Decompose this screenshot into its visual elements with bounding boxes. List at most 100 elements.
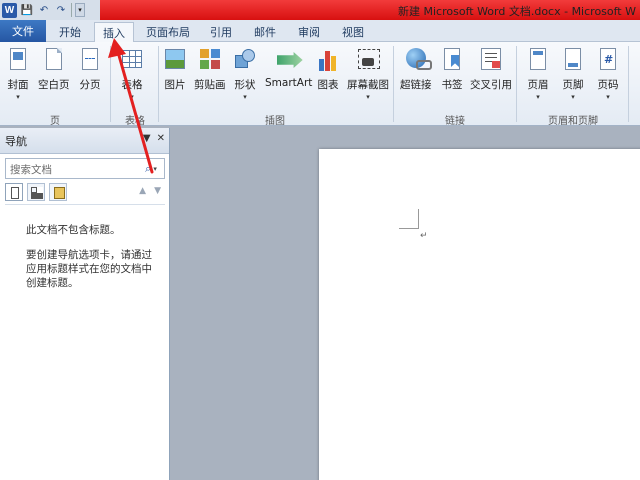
- undo-icon[interactable]: ↶: [37, 3, 51, 17]
- clipart-label: 剪贴画: [194, 79, 226, 91]
- smartart-label: SmartArt: [265, 77, 313, 89]
- cross-reference-icon: [481, 48, 501, 70]
- hyperlink-button[interactable]: 超链接: [400, 46, 432, 92]
- cover-button[interactable]: 封面 ▾: [6, 46, 30, 101]
- tab-file[interactable]: 文件: [0, 20, 46, 42]
- group-separator: [516, 46, 517, 122]
- window-title: 新建 Microsoft Word 文档.docx - Microsoft W: [398, 5, 636, 18]
- tab-home[interactable]: 开始: [50, 22, 90, 42]
- group-pages-label: 页: [50, 116, 60, 127]
- tab-pages[interactable]: [27, 183, 45, 201]
- group-illustrations-label: 插图: [265, 116, 285, 127]
- chart-icon: [318, 49, 338, 71]
- previous-arrow-icon[interactable]: ▲: [139, 186, 146, 196]
- chart-button[interactable]: 图表: [316, 46, 340, 92]
- tab-review[interactable]: 审阅: [290, 22, 328, 42]
- nav-pane-menu-icon[interactable]: ▼: [143, 133, 151, 144]
- paragraph-mark-icon: ↵: [420, 231, 428, 241]
- word-logo-icon[interactable]: W: [2, 2, 17, 18]
- page-number-icon: [600, 48, 616, 70]
- footer-label: 页脚: [562, 79, 584, 91]
- page-break-label: 分页: [79, 79, 101, 91]
- chevron-down-icon: ▾: [606, 93, 610, 101]
- clipart-icon: [199, 49, 220, 69]
- smartart-button[interactable]: SmartArt: [265, 46, 312, 89]
- nav-message-no-headings: 此文档不包含标题。: [26, 224, 121, 236]
- blank-page-icon: [45, 48, 62, 70]
- shapes-label: 形状: [234, 79, 256, 91]
- search-placeholder: 搜索文档: [10, 164, 52, 176]
- tab-page-layout[interactable]: 页面布局: [140, 22, 196, 42]
- chevron-down-icon: ▾: [16, 93, 20, 101]
- chevron-down-icon: ▾: [153, 164, 157, 173]
- tab-mailings[interactable]: 邮件: [246, 22, 284, 42]
- group-header-footer-label: 页眉和页脚: [548, 116, 598, 127]
- save-icon[interactable]: 💾: [20, 3, 34, 17]
- document-page[interactable]: ↵: [319, 149, 640, 480]
- page-number-button[interactable]: 页码 ▾: [596, 46, 620, 101]
- ribbon: 封面 ▾ 空白页 分页 页 表格 ▾ 表格 图片 剪贴画 形状 ▾ SmartA…: [0, 42, 640, 127]
- chevron-down-icon: ▾: [536, 93, 540, 101]
- document-area: ↵: [171, 128, 640, 480]
- picture-button[interactable]: 图片: [163, 46, 187, 92]
- redo-icon[interactable]: ↷: [54, 3, 68, 17]
- bookmark-label: 书签: [441, 79, 463, 91]
- bookmark-button[interactable]: 书签: [440, 46, 464, 92]
- screenshot-button[interactable]: 屏幕截图 ▾: [347, 46, 389, 101]
- chevron-down-icon: ▾: [366, 93, 370, 101]
- blank-page-button[interactable]: 空白页: [38, 46, 70, 92]
- header-icon: [530, 48, 546, 70]
- smartart-icon: [276, 52, 303, 68]
- tab-results[interactable]: [49, 183, 67, 201]
- page-number-label: 页码: [597, 79, 619, 91]
- chevron-down-icon: ▾: [243, 93, 247, 101]
- table-label: 表格: [121, 79, 143, 91]
- clipart-button[interactable]: 剪贴画: [194, 46, 226, 92]
- tab-references[interactable]: 引用: [202, 22, 240, 42]
- search-input[interactable]: 搜索文档 ⌕ ▾: [5, 158, 165, 179]
- title-bar: W 💾 ↶ ↷ ▾ 新建 Microsoft Word 文档.docx - Mi…: [0, 0, 640, 20]
- footer-icon: [565, 48, 581, 70]
- footer-button[interactable]: 页脚 ▾: [561, 46, 585, 101]
- quick-access-toolbar: W 💾 ↶ ↷ ▾: [2, 2, 85, 18]
- search-icon: ⌕: [145, 161, 152, 175]
- group-separator: [110, 46, 111, 122]
- nav-divider: [5, 204, 165, 205]
- next-arrow-icon[interactable]: ▼: [154, 186, 161, 196]
- crossref-button[interactable]: 交叉引用: [470, 46, 512, 92]
- nav-pane-header: 导航 ▼ ✕: [0, 128, 169, 154]
- nav-message-instructions: 要创建导航选项卡，请通过应用标题样式在您的文档中创建标题。: [26, 249, 152, 289]
- tab-insert[interactable]: 插入: [94, 22, 134, 43]
- close-icon[interactable]: ✕: [157, 133, 165, 144]
- shapes-icon: [235, 49, 255, 71]
- blank-page-label: 空白页: [38, 79, 70, 91]
- title-highlight: 新建 Microsoft Word 文档.docx - Microsoft W: [100, 0, 640, 20]
- picture-icon: [165, 49, 185, 69]
- nav-pane-title: 导航: [5, 134, 27, 148]
- page-break-button[interactable]: 分页: [78, 46, 102, 92]
- hyperlink-label: 超链接: [400, 79, 432, 91]
- crossref-label: 交叉引用: [470, 79, 512, 91]
- ribbon-tab-bar: 文件 开始 插入 页面布局 引用 邮件 审阅 视图: [0, 20, 640, 43]
- group-separator: [628, 46, 629, 122]
- tab-headings[interactable]: [5, 183, 23, 201]
- tab-view[interactable]: 视图: [334, 22, 372, 42]
- group-tables-label: 表格: [125, 116, 145, 127]
- cover-page-icon: [10, 48, 26, 70]
- shapes-button[interactable]: 形状 ▾: [233, 46, 257, 101]
- nav-message: 此文档不包含标题。 要创建导航选项卡，请通过应用标题样式在您的文档中创建标题。: [26, 223, 156, 301]
- screenshot-icon: [358, 49, 380, 69]
- group-separator: [158, 46, 159, 122]
- navigation-pane: 导航 ▼ ✕ 搜索文档 ⌕ ▾ ▲ ▼ 此文档不包含标题。 要创建导航选项卡，请…: [0, 128, 170, 480]
- page-break-icon: [82, 48, 98, 70]
- picture-label: 图片: [164, 79, 186, 91]
- header-button[interactable]: 页眉 ▾: [526, 46, 550, 101]
- table-button[interactable]: 表格 ▾: [120, 46, 144, 101]
- customize-qat-icon[interactable]: ▾: [75, 3, 85, 17]
- group-separator: [393, 46, 394, 122]
- chevron-down-icon: ▾: [571, 93, 575, 101]
- header-label: 页眉: [527, 79, 549, 91]
- screenshot-label: 屏幕截图: [347, 79, 389, 91]
- search-button[interactable]: ⌕ ▾: [138, 159, 164, 178]
- qat-separator: [71, 3, 72, 17]
